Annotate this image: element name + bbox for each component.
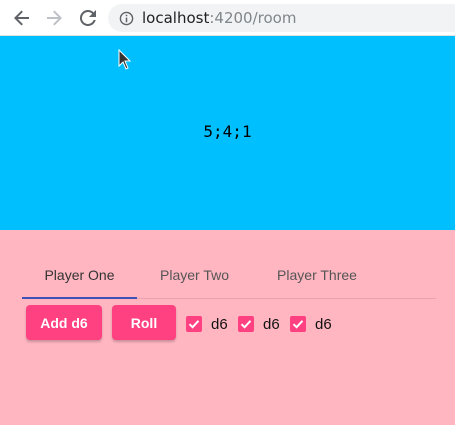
arrow-right-icon xyxy=(47,10,62,26)
back-button[interactable] xyxy=(12,8,32,28)
tab-player-three[interactable]: Player Three xyxy=(262,252,372,298)
die-label: d6 xyxy=(211,315,228,333)
address-bar[interactable]: localhost:4200/room xyxy=(108,4,455,32)
checkbox-checked-icon xyxy=(238,316,254,332)
roll-button[interactable]: Roll xyxy=(112,305,176,340)
url-path: :4200/room xyxy=(209,9,297,27)
die-label: d6 xyxy=(315,315,332,333)
url-host: localhost xyxy=(142,9,210,27)
reload-button[interactable] xyxy=(78,8,98,28)
player-tabs: Player One Player Two Player Three xyxy=(22,252,436,299)
tab-player-two[interactable]: Player Two xyxy=(137,252,252,298)
forward-button[interactable] xyxy=(44,8,64,28)
die-checkbox[interactable]: d6 xyxy=(186,314,228,334)
tab-player-one[interactable]: Player One xyxy=(22,252,137,298)
arrow-left-icon xyxy=(14,10,29,26)
browser-toolbar: localhost:4200/room xyxy=(0,0,455,36)
roll-result-text: 5;4;1 xyxy=(203,122,252,141)
active-tab-indicator xyxy=(22,297,137,299)
url-text: localhost:4200/room xyxy=(142,9,296,27)
checkbox-checked-icon xyxy=(186,316,202,332)
checkbox-checked-icon xyxy=(290,316,306,332)
info-icon[interactable] xyxy=(118,10,134,26)
roll-result-panel: 5;4;1 xyxy=(0,36,455,230)
die-checkbox[interactable]: d6 xyxy=(238,314,280,334)
die-label: d6 xyxy=(263,315,280,333)
mouse-cursor-icon xyxy=(118,49,132,70)
reload-icon xyxy=(80,10,96,26)
die-checkbox[interactable]: d6 xyxy=(290,314,332,334)
add-d6-button[interactable]: Add d6 xyxy=(26,305,102,340)
